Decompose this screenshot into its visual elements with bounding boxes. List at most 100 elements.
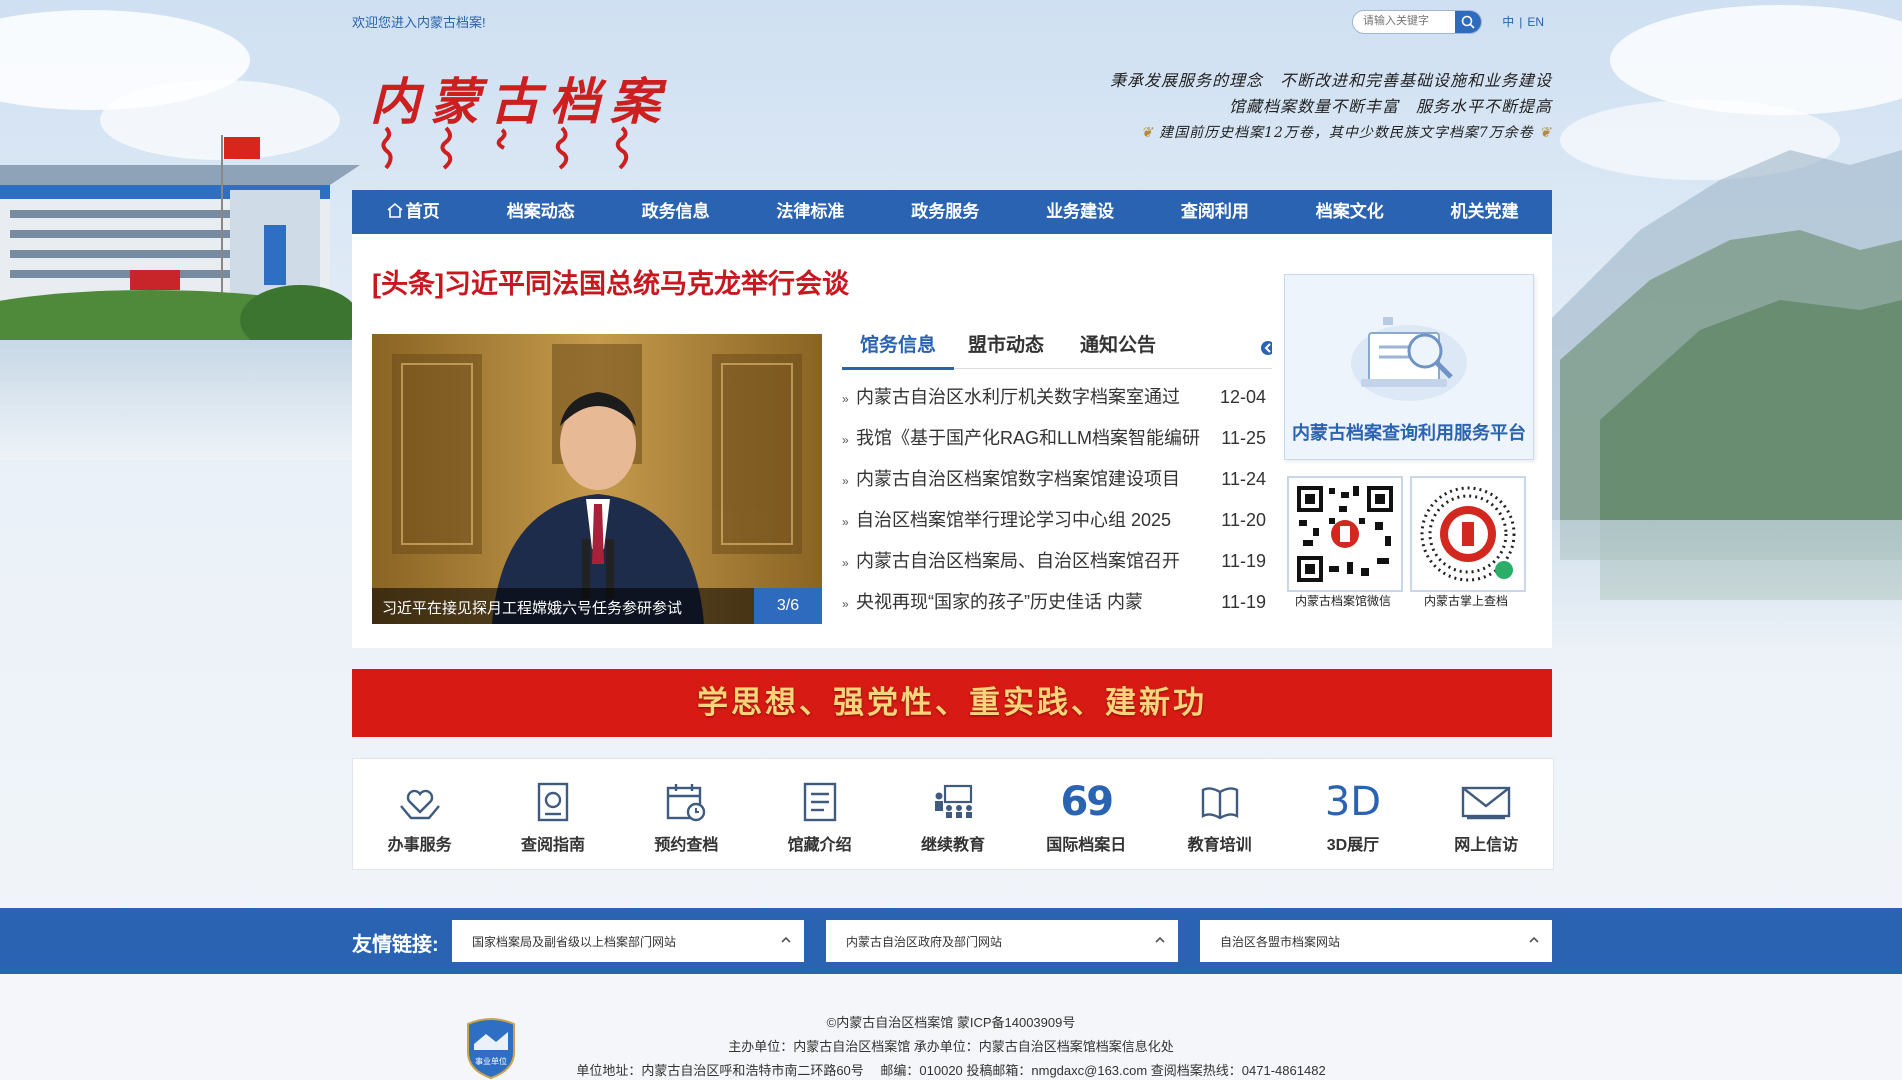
theme-banner[interactable]: 学思想、强党性、重实践、建新功 — [352, 669, 1552, 737]
nav-item-government-info[interactable]: 政务信息 — [608, 190, 743, 234]
service-consult-guide[interactable]: 查阅指南 — [486, 759, 619, 869]
archive-query-platform-card[interactable]: 内蒙古档案查询利用服务平台 — [1284, 274, 1534, 460]
select-value: 国家档案局及副省级以上档案部门网站 — [472, 935, 677, 949]
news-title: 自治区档案馆举行理论学习中心组 2025 — [856, 510, 1172, 530]
nav-item-consult-use[interactable]: 查阅利用 — [1147, 190, 1282, 234]
site-logo[interactable]: 内蒙古档案 — [370, 62, 670, 172]
list-item[interactable]: » 内蒙古自治区档案馆数字档案馆建设项目 11-24 — [842, 459, 1272, 500]
news-title: 央视再现“国家的孩子”历史佳话 内蒙 — [856, 592, 1143, 612]
slideshow-photo — [372, 334, 822, 624]
classroom-icon — [934, 784, 973, 818]
news-date: 12-04 — [1219, 387, 1266, 407]
slogan-line-1: 秉承发展服务的理念 不断改进和完善基础设施和业务建设 — [1109, 71, 1552, 90]
heart-hands-icon — [399, 789, 440, 820]
government-links-select[interactable]: 内蒙古自治区政府及部门网站 — [826, 920, 1178, 962]
service-label: 网上信访 — [1454, 837, 1519, 854]
chevron-up-icon — [1529, 936, 1539, 943]
site-header: 内蒙古档案 秉承发展服务的理念 不断改进和完善基础设施和业务建设 馆藏档案数量不… — [352, 40, 1552, 190]
list-item[interactable]: » 内蒙古自治区水利厅机关数字档案室通过 12-04 — [842, 377, 1272, 418]
language-switcher: 中 | EN — [1502, 13, 1544, 30]
nav-item-archive-news[interactable]: 档案动态 — [473, 190, 608, 234]
news-title: 我馆《基于国产化RAG和LLM档案智能编研 — [856, 428, 1201, 448]
search-icon — [1461, 15, 1475, 29]
headline-link[interactable]: [头条]习近平同法国总统马克龙举行会谈 — [372, 262, 849, 301]
nav-item-home[interactable]: 首页 — [352, 190, 473, 234]
three-d-icon: 3D — [1324, 779, 1382, 825]
service-label: 3D展厅 — [1326, 837, 1380, 854]
qr-code-icon — [1295, 484, 1395, 584]
news-date: 11-25 — [1221, 428, 1266, 448]
news-list: » 内蒙古自治区水利厅机关数字档案室通过 12-04 » 我馆《基于国产化RAG和LL… — [842, 369, 1272, 623]
list-item[interactable]: » 央视再现“国家的孩子”历史佳话 内蒙 11-19 — [842, 582, 1272, 623]
slogan-line-2: 馆藏档案数量不断丰富 服务水平不断提高 — [1228, 97, 1552, 116]
leaf-ornament-left-icon: ❦ — [1140, 125, 1160, 141]
slide-caption: 习近平在接见探月工程嫦娥六号任务参研参试 — [382, 600, 683, 617]
building-illustration — [0, 135, 370, 460]
wechat-qr-code — [1287, 476, 1403, 592]
leaf-ornament-right-icon: ❦ — [1533, 125, 1552, 141]
news-title: 内蒙古自治区档案馆数字档案馆建设项目 — [856, 469, 1180, 489]
slide-counter: 3/6 — [754, 588, 822, 624]
open-book-icon — [1201, 787, 1238, 820]
mini-program-qr-label: 内蒙古掌上查档 — [1423, 594, 1508, 608]
search-button[interactable] — [1455, 11, 1481, 33]
service-label: 继续教育 — [920, 837, 985, 854]
nav-item-government-services[interactable]: 政务服务 — [878, 190, 1013, 234]
bullet-icon: » — [842, 515, 849, 529]
tab-notices[interactable]: 通知公告 — [1080, 328, 1156, 367]
footer-copyright: ©内蒙古自治区档案馆 蒙ICP备14003909号 — [826, 1015, 1076, 1030]
friendly-links-label: 友情链接: — [352, 934, 439, 956]
nav-item-label: 首页 — [405, 202, 440, 221]
main-content-panel: [头条]习近平同法国总统马克龙举行会谈 习近平在接见探月工程嫦娥六号任务参研参试… — [352, 234, 1552, 648]
service-online-petition[interactable]: 网上信访 — [1420, 759, 1553, 869]
news-date: 11-24 — [1221, 469, 1266, 489]
tab-scroll-arrow-icon[interactable] — [1260, 338, 1272, 358]
list-item[interactable]: » 内蒙古自治区档案局、自治区档案馆召开 11-19 — [842, 541, 1272, 582]
search-input[interactable] — [1353, 11, 1459, 31]
banner-slogan: 学思想、强党性、重实践、建新功 — [697, 685, 1207, 720]
envelope-icon — [1462, 786, 1511, 820]
national-archives-links-select[interactable]: 国家档案局及副省级以上档案部门网站 — [452, 920, 804, 962]
news-date: 11-19 — [1221, 592, 1266, 612]
service-3d-hall[interactable]: 3D 3D展厅 — [1286, 759, 1419, 869]
service-label: 教育培训 — [1187, 837, 1252, 854]
bullet-icon: » — [842, 392, 849, 406]
service-continuing-education[interactable]: 继续教育 — [886, 759, 1019, 869]
footer-contact: 单位地址：内蒙古自治区呼和浩特市南二环路60号 邮编：010020 投稿邮箱：n… — [576, 1063, 1326, 1078]
slogan-line-3: 建国前历史档案12万卷，其中少数民族文字档案7万余卷 — [1159, 125, 1534, 141]
nav-item-party-building[interactable]: 机关党建 — [1417, 190, 1552, 234]
document-list-icon — [803, 782, 836, 822]
news-date: 11-19 — [1221, 551, 1266, 571]
list-item[interactable]: » 自治区档案馆举行理论学习中心组 2025 11-20 — [842, 500, 1272, 541]
nav-item-laws-standards[interactable]: 法律标准 — [743, 190, 878, 234]
service-label: 查阅指南 — [520, 837, 585, 854]
league-city-archives-links-select[interactable]: 自治区各盟市档案网站 — [1200, 920, 1552, 962]
news-slideshow[interactable]: 习近平在接见探月工程嫦娥六号任务参研参试 3/6 — [372, 334, 822, 624]
service-appointment[interactable]: 预约查档 — [620, 759, 753, 869]
service-label: 国际档案日 — [1046, 837, 1127, 854]
service-shortcuts: 办事服务 查阅指南 预约查档 馆藏介绍 继续教育 69 国际档案日 教育培训 3… — [352, 758, 1554, 870]
news-date: 11-20 — [1221, 510, 1266, 530]
nav-item-archive-culture[interactable]: 档案文化 — [1282, 190, 1417, 234]
tab-league-city-news[interactable]: 盟市动态 — [968, 328, 1044, 367]
list-item[interactable]: » 我馆《基于国产化RAG和LLM档案智能编研 11-25 — [842, 418, 1272, 459]
bullet-icon: » — [842, 556, 849, 570]
document-search-icon — [537, 782, 569, 822]
logo-title: 内蒙古档案 — [370, 72, 670, 131]
lang-en-link[interactable]: EN — [1527, 15, 1544, 29]
service-label: 预约查档 — [654, 837, 719, 854]
wechat-qr-label: 内蒙古档案馆微信 — [1294, 594, 1391, 608]
service-education-training[interactable]: 教育培训 — [1153, 759, 1286, 869]
site-footer: 事业单位 ©内蒙古自治区档案馆 蒙ICP备14003909号 主办单位：内蒙古自… — [0, 974, 1902, 1080]
service-affairs[interactable]: 办事服务 — [353, 759, 486, 869]
mongolian-script-logo — [381, 126, 629, 170]
service-label: 馆藏介绍 — [787, 837, 852, 854]
nav-item-business-building[interactable]: 业务建设 — [1013, 190, 1148, 234]
bullet-icon: » — [842, 597, 849, 611]
calendar-clock-icon — [667, 784, 706, 822]
news-tabs-panel: 馆务信息 盟市动态 通知公告 » 内蒙古自治区水利厅机关数字档案室通过 12-04 » 我… — [842, 328, 1272, 623]
lang-zh-link[interactable]: 中 — [1502, 15, 1514, 29]
tab-museum-affairs[interactable]: 馆务信息 — [842, 328, 955, 370]
service-international-archives-day[interactable]: 69 国际档案日 — [1020, 759, 1153, 869]
service-collection-intro[interactable]: 馆藏介绍 — [753, 759, 886, 869]
